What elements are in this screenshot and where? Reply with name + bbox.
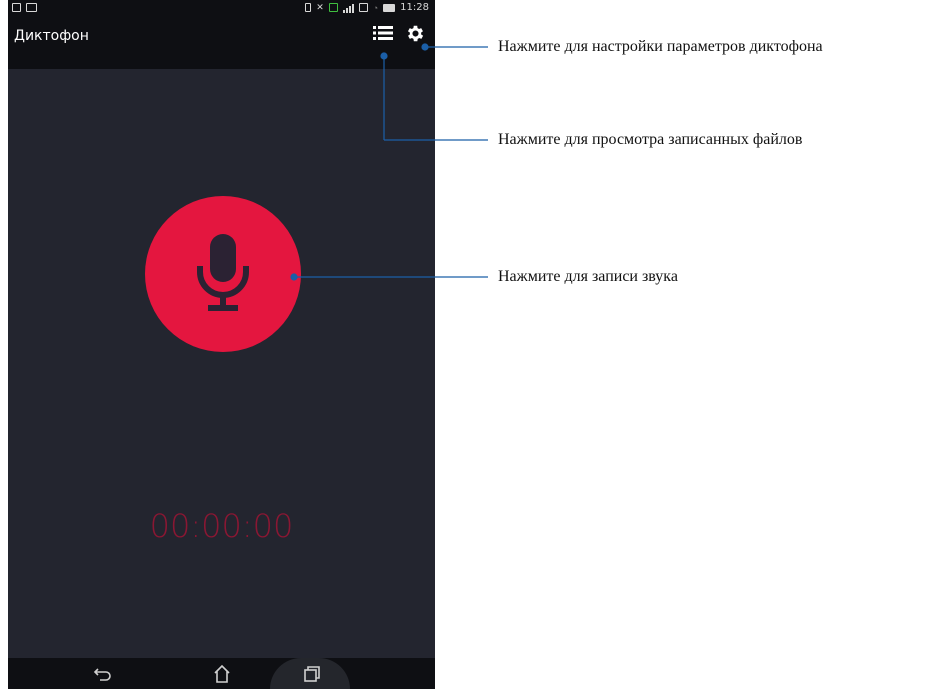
callout-lines [290,43,488,281]
callout-dot-files [380,52,388,60]
callout-files: Нажмите для просмотра записанных файлов [498,131,803,148]
callout-dot-record [290,273,298,281]
callout-settings: Нажмите для настройки параметров диктофо… [498,38,823,55]
callout-dot-settings [421,43,429,51]
callout-record: Нажмите для записи звука [498,268,678,285]
